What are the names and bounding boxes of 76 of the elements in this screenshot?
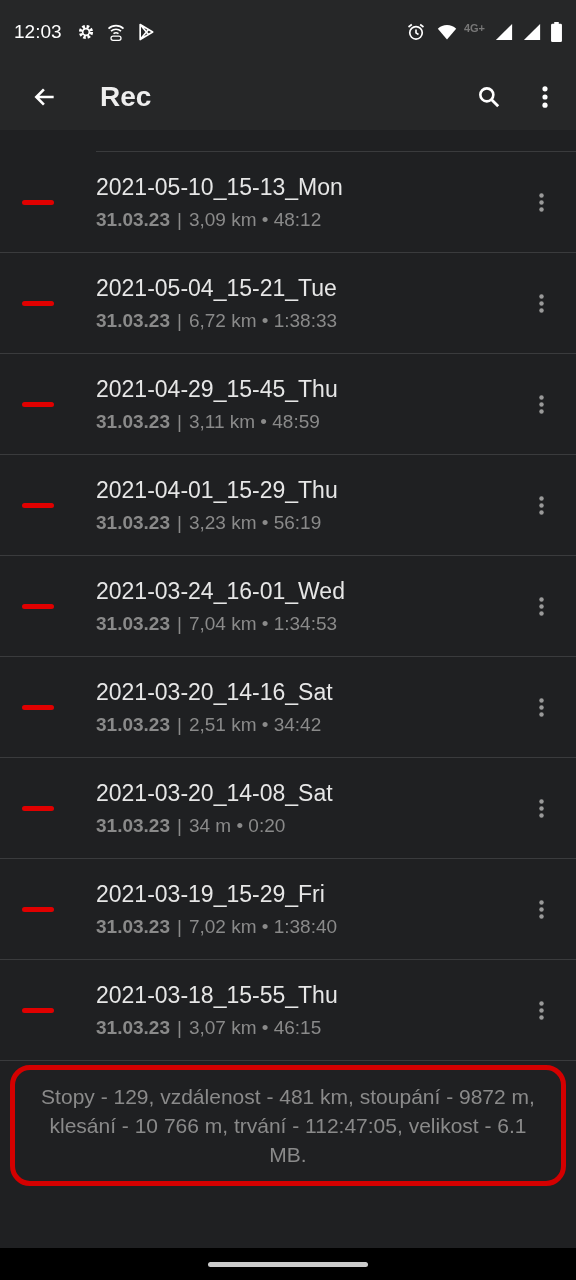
separator: | xyxy=(176,814,182,837)
track-details: 6,72 km • 1:38:33 xyxy=(188,309,338,332)
more-icon xyxy=(538,293,544,313)
track-item[interactable]: 2021-03-19_15-29_Fri 31.03.23 | 7,02 km • 1:38:40 xyxy=(0,859,576,960)
screen-title: Rec xyxy=(100,81,153,113)
more-icon xyxy=(538,192,544,212)
track-details: 7,04 km • 1:34:53 xyxy=(188,612,338,635)
track-line-icon xyxy=(22,805,54,811)
track-name: 2021-03-24_16-01_Wed xyxy=(96,577,346,605)
track-name: 2021-03-19_15-29_Fri xyxy=(96,880,326,908)
track-item[interactable]: 2021-05-04_15-21_Tue 31.03.23 | 6,72 km • 1:38:33 xyxy=(0,253,576,354)
separator: | xyxy=(176,309,182,332)
separator: | xyxy=(176,410,182,433)
network-type: 4G+ xyxy=(463,22,485,34)
track-date: 31.03.23 xyxy=(96,814,170,837)
battery-icon xyxy=(551,22,562,42)
separator: | xyxy=(176,511,182,534)
track-details: 3,23 km • 56:19 xyxy=(188,511,322,534)
track-item[interactable]: 2021-03-20_14-08_Sat 31.03.23 | 34 m • 0:20 xyxy=(0,758,576,859)
track-details: 3,07 km • 46:15 xyxy=(188,1016,322,1039)
track-line-icon xyxy=(22,906,54,912)
track-date: 31.03.23 xyxy=(96,410,170,433)
track-item[interactable]: 2021-03-24_16-01_Wed 31.03.23 | 7,04 km • 1:34:53 xyxy=(0,556,576,657)
signal-icon xyxy=(523,23,541,41)
track-details: 3,09 km • 48:12 xyxy=(188,208,322,231)
separator: | xyxy=(176,915,182,938)
track-name: 2021-03-20_14-16_Sat xyxy=(96,678,334,706)
track-date: 31.03.23 xyxy=(96,309,170,332)
track-item[interactable]: 2021-04-01_15-29_Thu 31.03.23 | 3,23 km • 56:19 xyxy=(0,455,576,556)
track-name: 2021-03-20_14-08_Sat xyxy=(96,779,334,807)
more-icon xyxy=(538,596,544,616)
separator: | xyxy=(176,612,182,635)
wifi-icon xyxy=(105,22,126,42)
track-details: 34 m • 0:20 xyxy=(188,814,286,837)
separator: | xyxy=(176,713,182,736)
track-name: 2021-05-04_15-21_Tue xyxy=(96,274,338,302)
track-line-icon xyxy=(22,300,54,306)
home-handle[interactable] xyxy=(208,1261,368,1267)
track-name: 2021-04-29_15-45_Thu xyxy=(96,375,339,403)
track-name: 2021-04-01_15-29_Thu xyxy=(96,476,339,504)
track-date: 31.03.23 xyxy=(96,511,170,534)
track-date: 31.03.23 xyxy=(96,1016,170,1039)
wifi-icon xyxy=(435,22,458,42)
more-icon xyxy=(538,899,544,919)
track-line-icon xyxy=(22,1007,54,1013)
more-icon xyxy=(538,394,544,414)
signal-icon xyxy=(495,23,513,41)
track-name: 2021-03-18_15-55_Thu xyxy=(96,981,339,1009)
more-icon xyxy=(538,798,544,818)
track-line-icon xyxy=(22,199,54,205)
track-item[interactable]: 2021-05-10_15-13_Mon 31.03.23 | 3,09 km • 48:12 xyxy=(0,152,576,253)
track-date: 31.03.23 xyxy=(96,915,170,938)
alarm-icon xyxy=(405,22,426,42)
more-icon xyxy=(538,1000,544,1020)
track-name: 2021-05-10_15-13_Mon xyxy=(96,173,344,201)
track-line-icon xyxy=(22,704,54,710)
track-details: 3,11 km • 48:59 xyxy=(188,410,320,433)
track-line-icon xyxy=(22,603,54,609)
track-item[interactable]: 2021-04-29_15-45_Thu 31.03.23 | 3,11 km • 48:59 xyxy=(0,354,576,455)
track-date: 31.03.23 xyxy=(96,208,170,231)
track-item[interactable]: 2021-03-20_14-16_Sat 31.03.23 | 2,51 km • 34:42 xyxy=(0,657,576,758)
track-line-icon xyxy=(22,401,54,407)
more-icon xyxy=(538,495,544,515)
track-date: 31.03.23 xyxy=(96,612,170,635)
status-time: 12:03 xyxy=(14,21,62,43)
more-icon xyxy=(538,697,544,717)
track-item[interactable]: 2021-03-18_15-55_Thu 31.03.23 | 3,07 km • 46:15 xyxy=(0,960,576,1061)
track-details: 7,02 km • 1:38:40 xyxy=(188,915,338,938)
track-details: 2,51 km • 34:42 xyxy=(188,713,322,736)
track-date: 31.03.23 xyxy=(96,713,170,736)
track-line-icon xyxy=(22,502,54,508)
separator: | xyxy=(176,208,182,231)
search-icon xyxy=(476,84,502,110)
tracks-summary: Stopy - 129, vzdálenost - 481 km, stoupání - 9872 m, klesání - 10 766 m, trvání - 112:47:05, velikost - 6.1 MB. xyxy=(10,1065,566,1186)
more-icon xyxy=(542,86,548,108)
separator: | xyxy=(176,1016,182,1039)
